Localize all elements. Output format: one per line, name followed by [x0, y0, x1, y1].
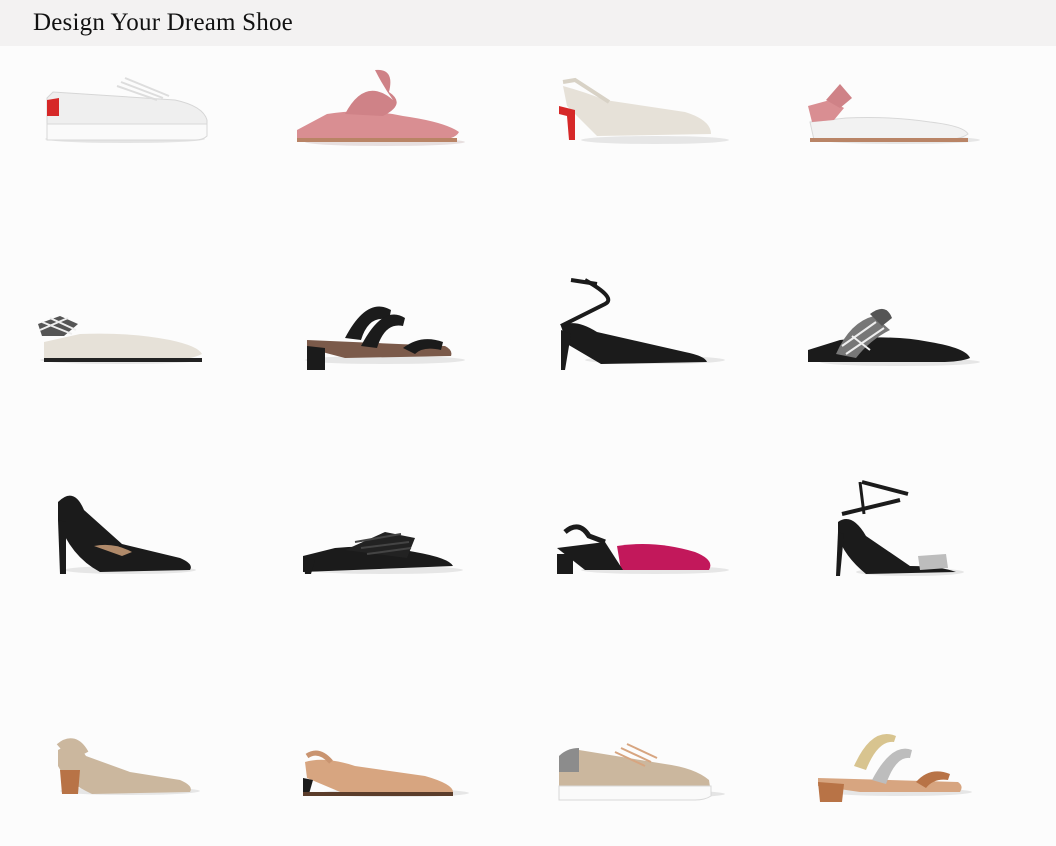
shoe-tile[interactable]	[545, 476, 745, 626]
copper-silver-gold-strap-block-sandal-image	[818, 734, 972, 802]
ivory-slingback-kitten-heel-red-heel-image	[559, 77, 729, 144]
shoe-grid	[0, 46, 1056, 817]
black-triple-strap-block-heel-sandal-image	[305, 306, 465, 370]
shoe-tile[interactable]	[30, 476, 230, 626]
tan-block-heel-pump-copper-heel-image	[56, 738, 200, 795]
shoe-tile[interactable]	[30, 696, 230, 846]
shoe-tile[interactable]	[285, 696, 485, 846]
page-title: Design Your Dream Shoe	[33, 9, 293, 36]
shoe-tile[interactable]	[285, 476, 485, 626]
black-stiletto-pump-image	[58, 495, 196, 574]
black-ankle-strap-pointed-heel-image	[560, 278, 725, 370]
shoe-tile[interactable]	[800, 696, 1000, 846]
magenta-black-slingback-block-heel-image	[557, 524, 729, 574]
black-ruffle-kitten-heel-mule-image	[303, 532, 463, 574]
nude-slingback-kitten-heel-image	[303, 750, 469, 797]
white-lace-up-sneaker-red-heel-tab-image	[45, 77, 208, 143]
shoe-tile[interactable]	[545, 56, 745, 206]
shoe-tile[interactable]	[545, 696, 745, 846]
shoe-tile[interactable]	[800, 476, 1000, 626]
shoe-tile[interactable]	[800, 276, 1000, 426]
shoe-tile[interactable]	[25, 56, 225, 206]
shoe-tile[interactable]	[285, 56, 485, 206]
shoe-tile[interactable]	[800, 56, 1000, 206]
pink-bow-pointed-mule-image	[297, 69, 465, 146]
header-bar: Design Your Dream Shoe	[0, 0, 1056, 46]
black-plaid-bow-pointed-mule-image	[808, 308, 980, 366]
ivory-slingback-flat-plaid-bow-image	[38, 316, 202, 364]
shoe-tile[interactable]	[545, 276, 745, 426]
shoe-tile[interactable]	[20, 276, 220, 426]
shoe-tile[interactable]	[285, 276, 485, 426]
tan-lace-up-sneaker-snake-heel-image	[558, 743, 725, 801]
white-slingback-flat-pink-bow-image	[808, 84, 980, 144]
black-silver-strappy-heel-sandal-image	[836, 480, 964, 576]
